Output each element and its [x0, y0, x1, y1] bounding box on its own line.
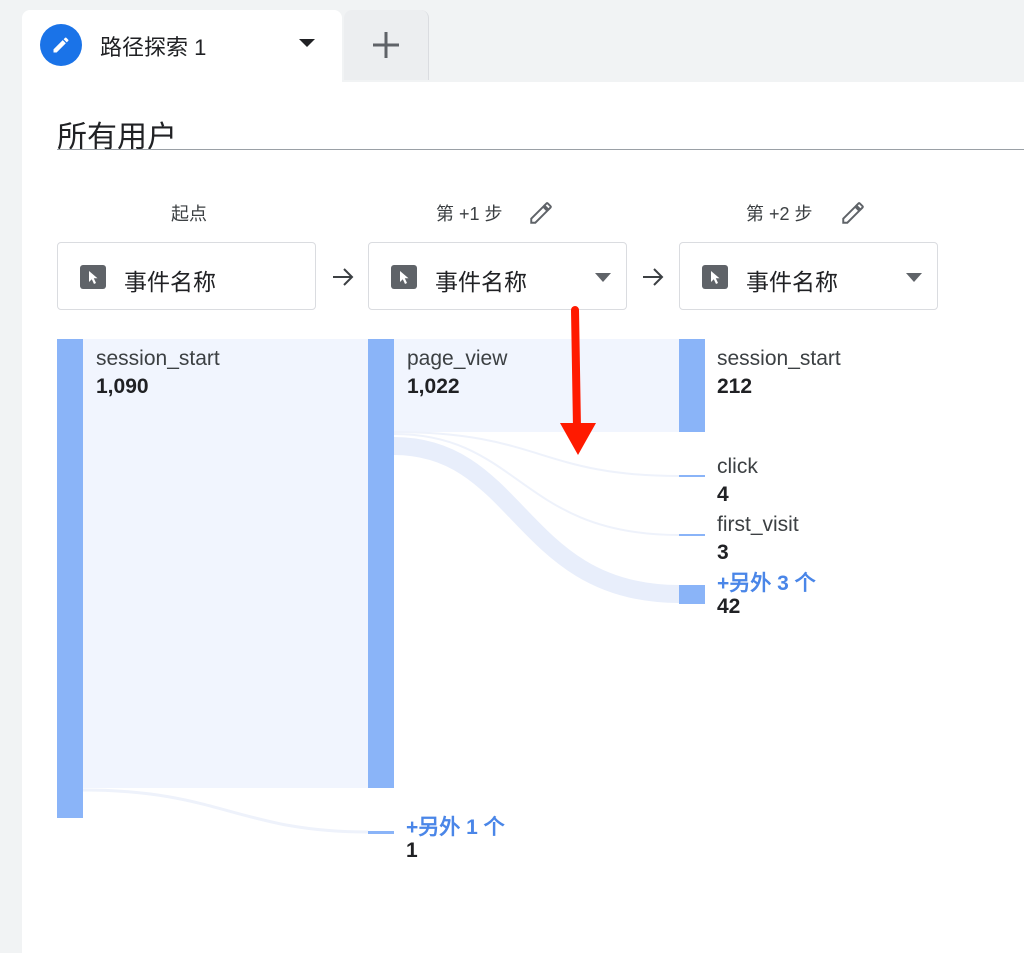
other-step2-node-bar[interactable] — [679, 585, 705, 604]
session-start-step2-node-bar[interactable] — [679, 339, 705, 432]
flow-node-value: 3 — [717, 541, 729, 564]
more-events-link[interactable]: +另外 1 个 — [406, 811, 505, 841]
flow-node-value: 4 — [717, 483, 729, 506]
first-visit-node-bar[interactable] — [679, 534, 705, 536]
session-start-node-bar[interactable] — [57, 339, 83, 818]
flow-node-value: 212 — [717, 375, 753, 398]
more-events-link[interactable]: +另外 3 个 — [717, 567, 816, 597]
flow-node-label: session_start — [96, 347, 220, 370]
link-page-view-to-more — [393, 437, 680, 603]
click-node-bar[interactable] — [679, 475, 705, 477]
flow-node-label: page_view — [407, 347, 508, 370]
flow-node-label: session_start — [717, 347, 841, 370]
flow-node-value: 1 — [406, 839, 418, 862]
link-session-start-to-more — [82, 788, 369, 834]
path-flow-diagram — [57, 306, 705, 834]
flow-node-label: click — [717, 455, 758, 478]
other-step1-node-bar[interactable] — [368, 831, 394, 834]
flow-node-label: first_visit — [717, 513, 799, 536]
flow-node-value: 1,022 — [407, 375, 460, 398]
session-start-node-fill — [83, 339, 368, 788]
flow-node-value: 42 — [717, 595, 741, 618]
page-view-node-bar[interactable] — [368, 339, 394, 788]
flow-node-value: 1,090 — [96, 375, 149, 398]
